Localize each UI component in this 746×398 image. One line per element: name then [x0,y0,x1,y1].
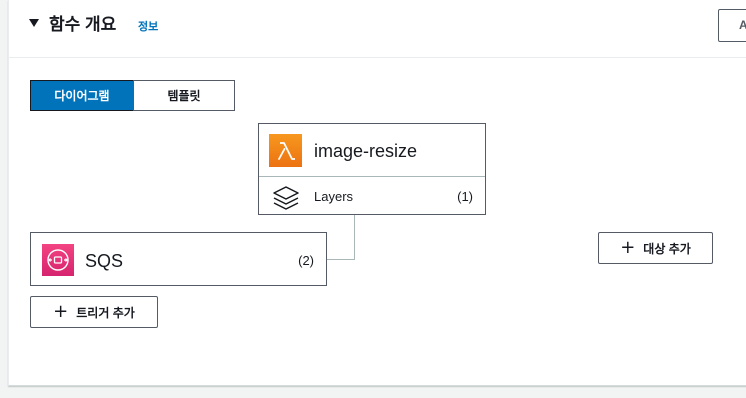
info-link[interactable]: 정보 [138,20,158,34]
layers-icon [271,184,301,212]
lambda-icon [269,134,302,167]
trigger-name: SQS [85,251,124,271]
trigger-connector [326,215,355,260]
plus-icon: + [620,237,636,258]
view-toggle: 다이어그램 템플릿 [30,80,235,111]
trigger-count: (2) [298,253,314,268]
function-name: image-resize [314,141,418,161]
add-trigger-button[interactable]: + 트리거 추가 [30,296,158,328]
panel-header: 함수 개요 정보 A [9,0,746,58]
add-destination-button[interactable]: + 대상 추가 [598,232,713,264]
plus-icon: + [53,301,69,322]
collapse-caret-icon[interactable] [29,19,39,27]
panel-title[interactable]: 함수 개요 [49,15,116,35]
trigger-node-sqs[interactable]: SQS (2) [30,232,327,286]
diagram-tab[interactable]: 다이어그램 [30,80,134,111]
function-overview-panel: 함수 개요 정보 A 다이어그램 템플릿 image-resize Layers [8,0,746,386]
function-node[interactable]: image-resize Layers (1) [258,123,486,215]
layers-label[interactable]: Layers [314,189,353,204]
sqs-icon [42,244,74,276]
add-trigger-label: 트리거 추가 [76,305,135,320]
template-tab[interactable]: 템플릿 [133,80,235,111]
add-destination-label: 대상 추가 [643,241,691,256]
layers-count: (1) [457,189,473,204]
header-action-button[interactable]: A [718,9,746,42]
function-header: image-resize [259,124,485,177]
